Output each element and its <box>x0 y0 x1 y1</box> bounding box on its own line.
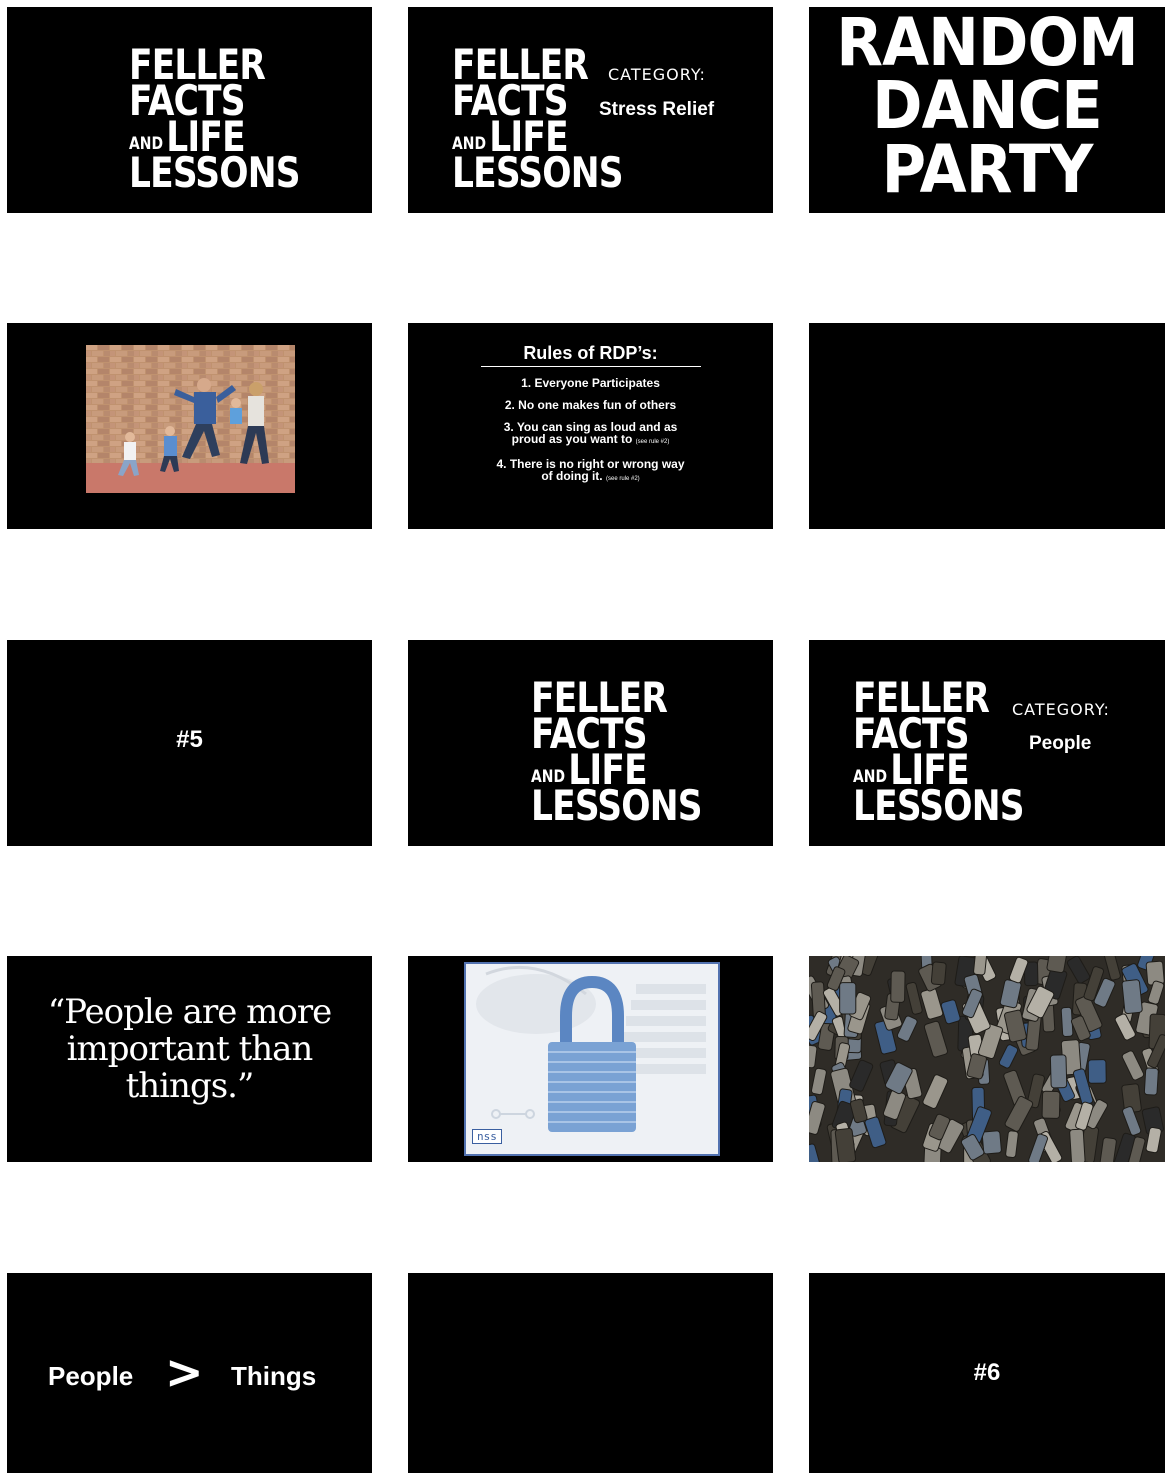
nss-badge: nss <box>472 1129 502 1144</box>
greater-than-symbol: > <box>165 1345 204 1399</box>
logo-line-lessons: LESSONS <box>853 781 1025 831</box>
rule-item-2: 2. No one makes fun of others <box>481 399 701 411</box>
family-dancing-photo <box>86 345 295 493</box>
feller-facts-logo: FELLER FACTS AND LIFE LESSONS <box>452 43 624 198</box>
brick-wall-image <box>86 345 295 493</box>
rule-item-3: 3. You can sing as loud and as proud as … <box>491 421 691 448</box>
slide-6-blank[interactable] <box>809 323 1165 529</box>
phones-image <box>809 956 1165 1162</box>
rule-item-4: 4. There is no right or wrong way of doi… <box>491 458 691 485</box>
slide-number-text: #6 <box>973 1359 1001 1386</box>
pile-of-phones-photo <box>809 956 1165 1162</box>
slide-7-number-5[interactable]: #5 <box>7 640 372 846</box>
rdp-line-random: RANDOM <box>836 7 1138 81</box>
rules-title: Rules of RDP’s: <box>480 343 701 367</box>
random-dance-party-title: RANDOM DANCE PARTY <box>823 7 1151 208</box>
slide-5-rules-of-rdp[interactable]: Rules of RDP’s: 1. Everyone Participates… <box>408 323 773 529</box>
phone-shape <box>1049 1054 1068 1089</box>
logo-line-lessons: LESSONS <box>129 148 301 198</box>
phone-shape <box>1041 1090 1061 1119</box>
category-label: CATEGORY: <box>608 65 706 84</box>
phone-shape <box>1087 1059 1107 1084</box>
category-value: People <box>1029 733 1092 754</box>
padlock-image <box>466 964 718 1154</box>
rdp-line-party: PARTY <box>881 130 1094 208</box>
rule-text: 2. No one makes fun of others <box>504 398 677 412</box>
slide-15-number-6[interactable]: #6 <box>809 1273 1165 1473</box>
slide-13-people-greater-than-things[interactable]: People > Things <box>7 1273 372 1473</box>
slide-1-logo[interactable]: FELLER FACTS AND LIFE LESSONS <box>7 7 372 213</box>
rule-text: 4. There is no right or wrong way of doi… <box>496 457 685 483</box>
slide-8-logo[interactable]: FELLER FACTS AND LIFE LESSONS <box>408 640 773 846</box>
phone-shape <box>1046 956 1068 974</box>
slide-3-random-dance-party[interactable]: RANDOM DANCE PARTY <box>809 7 1165 213</box>
feller-facts-logo: FELLER FACTS AND LIFE LESSONS <box>129 43 301 198</box>
rule-item-1: 1. Everyone Participates <box>481 377 701 389</box>
slide-14-blank[interactable] <box>408 1273 773 1473</box>
feller-facts-logo: FELLER FACTS AND LIFE LESSONS <box>853 676 1025 831</box>
slide-number-text: #5 <box>176 726 203 753</box>
people-text: People <box>48 1361 134 1391</box>
things-text: Things <box>231 1361 317 1391</box>
phone-shape <box>839 982 857 1015</box>
rule-text: 1. Everyone Participates <box>521 376 660 390</box>
phone-shape <box>1069 1128 1086 1162</box>
feller-facts-logo: FELLER FACTS AND LIFE LESSONS <box>531 676 703 831</box>
phone-shape <box>834 1127 857 1162</box>
phone-shape <box>890 970 906 1003</box>
slide-10-quote[interactable]: “People are more important than things.” <box>7 956 372 1162</box>
logo-line-lessons: LESSONS <box>452 148 624 198</box>
logo-line-lessons: LESSONS <box>531 781 703 831</box>
quote-text: “People are more important than things.” <box>47 992 332 1106</box>
phone-shape <box>981 1130 1002 1155</box>
phone-shape <box>930 961 947 986</box>
rule-note: (see rule #2) <box>605 476 640 482</box>
phone-shape <box>1121 979 1143 1014</box>
slide-12-phones-photo[interactable] <box>809 956 1165 1162</box>
phone-shape <box>1143 1067 1159 1096</box>
slide-4-dance-photo[interactable] <box>7 323 372 529</box>
category-value: Stress Relief <box>599 99 715 120</box>
category-label: CATEGORY: <box>1012 700 1110 719</box>
rdp-line-dance: DANCE <box>872 67 1103 145</box>
rule-note: (see rule #2) <box>635 439 670 445</box>
padlock-photo: nss <box>464 962 720 1156</box>
slide-2-category-stress-relief[interactable]: FELLER FACTS AND LIFE LESSONS CATEGORY: S… <box>408 7 773 213</box>
rules-list: Rules of RDP’s: 1. Everyone Participates… <box>408 343 773 495</box>
slide-11-lock-photo[interactable]: nss <box>408 956 773 1162</box>
slide-9-category-people[interactable]: FELLER FACTS AND LIFE LESSONS CATEGORY: P… <box>809 640 1165 846</box>
